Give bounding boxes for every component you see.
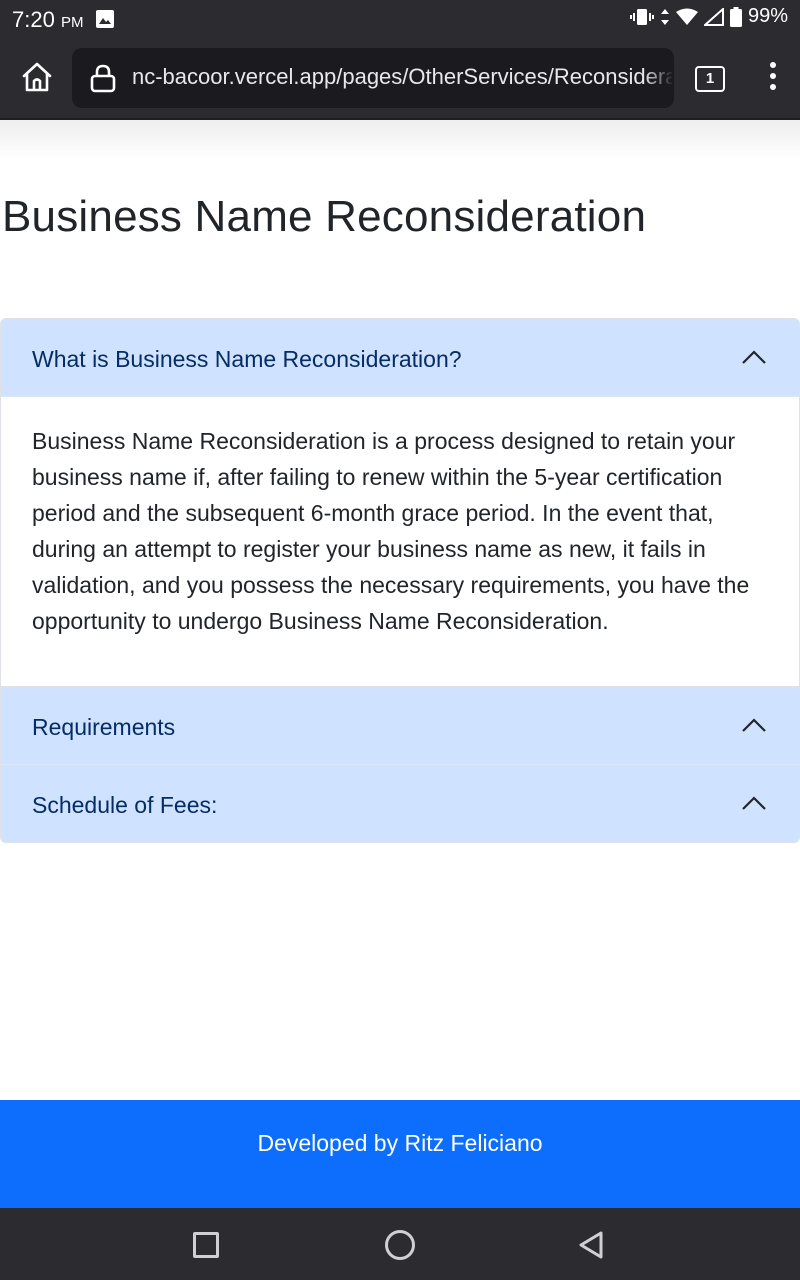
accordion-header-label: What is Business Name Reconsideration? <box>32 346 462 372</box>
page-title: Business Name Reconsideration <box>2 192 647 241</box>
tab-switcher-button[interactable]: 1 <box>695 66 725 92</box>
battery-icon <box>729 6 742 27</box>
battery-percent: 99% <box>747 5 788 27</box>
chevron-up-icon <box>742 718 766 732</box>
navbar-shadow <box>0 120 800 160</box>
footer-text: Developed by Ritz Feliciano <box>257 1130 543 1156</box>
accordion-header-what-is[interactable]: What is Business Name Reconsideration? <box>1 319 799 397</box>
lock-icon <box>90 64 116 93</box>
data-arrows-icon <box>660 8 669 25</box>
browser-toolbar: nc-bacoor.vercel.app/pages/OtherServices… <box>0 38 800 120</box>
overflow-menu-icon[interactable] <box>764 62 782 96</box>
status-time-ampm: PM <box>60 14 84 31</box>
footer: Developed by Ritz Feliciano <box>0 1100 800 1208</box>
home-nav-icon[interactable] <box>385 1230 415 1260</box>
accordion-header-label: Requirements <box>32 714 176 740</box>
chevron-up-icon <box>742 350 766 364</box>
recents-icon[interactable] <box>193 1232 219 1258</box>
image-notification-icon <box>96 10 114 28</box>
accordion-body-what-is: Business Name Reconsideration is a proce… <box>1 397 799 687</box>
chevron-up-icon <box>742 796 766 810</box>
vibrate-icon <box>629 8 654 25</box>
status-time-value: 7:20 <box>12 7 55 32</box>
status-icons: 99% <box>629 5 788 28</box>
address-bar[interactable]: nc-bacoor.vercel.app/pages/OtherServices… <box>72 48 674 108</box>
wifi-icon <box>675 8 698 25</box>
url-text: nc-bacoor.vercel.app/pages/OtherServices… <box>132 64 672 89</box>
accordion-header-label: Schedule of Fees: <box>32 792 218 818</box>
accordion-header-schedule-of-fees[interactable]: Schedule of Fees: <box>1 765 799 842</box>
accordion-header-requirements[interactable]: Requirements <box>1 687 799 765</box>
signal-icon <box>703 7 724 26</box>
accordion: What is Business Name Reconsideration? B… <box>0 318 800 843</box>
status-bar: 7:20 PM 99% <box>0 0 800 38</box>
url-fade <box>644 48 674 108</box>
back-icon[interactable] <box>578 1230 604 1260</box>
system-nav-bar <box>0 1208 800 1280</box>
status-time: 7:20 PM <box>12 7 83 33</box>
home-icon[interactable] <box>20 60 54 94</box>
